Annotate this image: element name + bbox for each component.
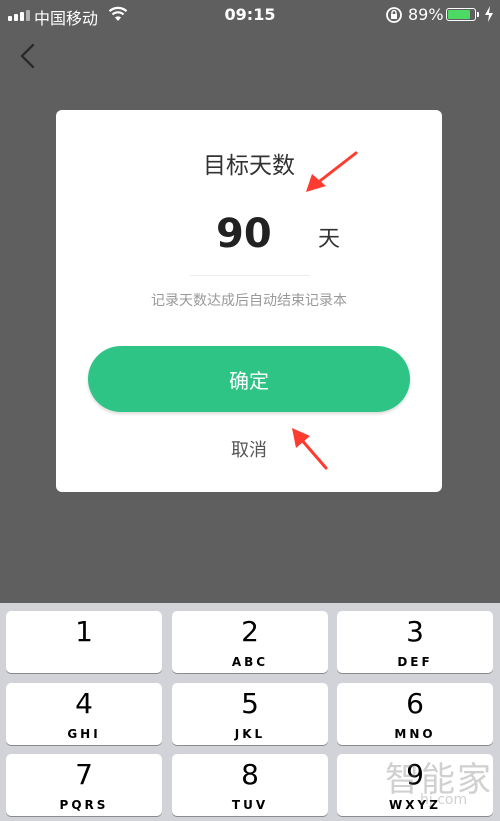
key-letters: MNO — [394, 727, 436, 741]
key-digit: 2 — [241, 615, 259, 648]
key-2[interactable]: 2 ABC — [172, 611, 328, 673]
watermark-sub: hj.com — [420, 792, 468, 808]
key-5[interactable]: 5 JKL — [172, 683, 328, 745]
key-digit: 6 — [406, 687, 424, 720]
key-letters: PQRS — [59, 798, 109, 812]
status-bar: 中国移动 09:15 89% — [0, 0, 500, 30]
target-days-dialog: 目标天数 90 天 记录天数达成后自动结束记录本 确定 取消 — [56, 110, 442, 492]
confirm-button[interactable]: 确定 — [88, 346, 410, 412]
key-letters: GHI — [67, 727, 101, 741]
key-1[interactable]: 1 — [6, 611, 162, 673]
key-8[interactable]: 8 TUV — [172, 754, 328, 816]
key-digit: 7 — [75, 758, 93, 791]
key-4[interactable]: 4 GHI — [6, 683, 162, 745]
rotation-lock-icon — [386, 7, 402, 23]
key-digit: 8 — [241, 758, 259, 791]
annotation-arrow-title-icon — [306, 151, 358, 192]
days-unit-label: 天 — [318, 227, 341, 252]
key-letters: TUV — [231, 798, 269, 812]
input-underline — [190, 275, 310, 276]
key-3[interactable]: 3 DEF — [337, 611, 493, 673]
key-digit: 1 — [75, 615, 93, 648]
key-digit: 3 — [406, 615, 424, 648]
key-digit: 5 — [241, 687, 259, 720]
charging-icon — [485, 6, 493, 22]
chevron-left-icon — [20, 43, 35, 69]
key-digit: 4 — [75, 687, 93, 720]
annotation-arrow-cancel-icon — [292, 428, 328, 470]
key-6[interactable]: 6 MNO — [337, 683, 493, 745]
battery-percent: 89% — [408, 5, 444, 24]
confirm-button-label: 确定 — [229, 368, 269, 393]
key-letters: ABC — [231, 655, 269, 669]
battery-icon — [446, 8, 479, 21]
back-button[interactable] — [16, 42, 40, 70]
battery-fill — [448, 10, 470, 19]
key-letters: JKL — [234, 727, 266, 741]
dialog-title: 目标天数 — [203, 153, 295, 179]
hint-text: 记录天数达成后自动结束记录本 — [151, 293, 347, 309]
key-7[interactable]: 7 PQRS — [6, 754, 162, 816]
key-letters: DEF — [397, 655, 433, 669]
days-input[interactable]: 90 — [216, 211, 272, 257]
cancel-button[interactable]: 取消 — [56, 436, 442, 462]
